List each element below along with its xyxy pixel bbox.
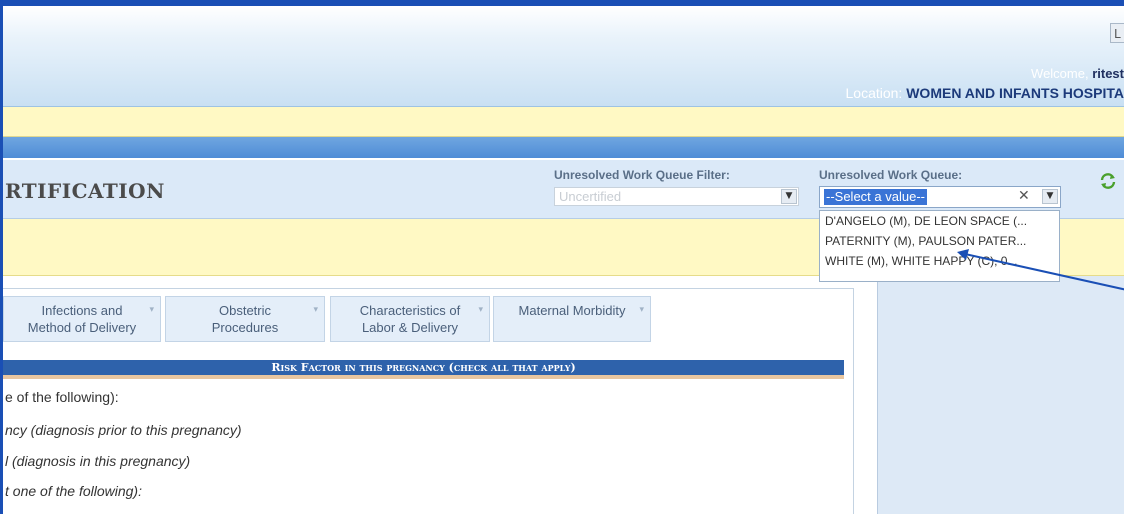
tab-label-line2: Procedures: [211, 320, 279, 335]
dropdown-option[interactable]: D'ANGELO (M), DE LEON SPACE (...: [820, 211, 1059, 231]
location-info: Location: WOMEN AND INFANTS HOSPITA: [846, 85, 1124, 101]
tab-maternal-morbidity[interactable]: Maternal Morbidity ▾: [493, 296, 651, 342]
refresh-icon[interactable]: [1099, 172, 1117, 190]
application-page: L Welcome, ritest Location: WOMEN AND IN…: [3, 6, 1124, 514]
page-title: RTIFICATION: [5, 179, 165, 203]
chevron-down-icon: ▾: [149, 304, 154, 314]
tab-label-line2: Labor & Delivery: [361, 320, 459, 335]
section-header: Risk Factor in this pregnancy (check all…: [3, 360, 844, 375]
welcome-message: Welcome, ritest: [1031, 66, 1124, 81]
welcome-prefix: Welcome,: [1031, 66, 1093, 81]
tab-obstetric-procedures[interactable]: Obstetric Procedures ▾: [165, 296, 325, 342]
form-text-line: l (diagnosis in this pregnancy): [5, 453, 191, 469]
work-queue-select[interactable]: --Select a value-- ✕ ▼: [819, 186, 1061, 208]
tab-label-line1: Characteristics of: [359, 303, 461, 318]
logout-button[interactable]: L: [1110, 23, 1124, 43]
tab-label-line1: Obstetric: [218, 303, 271, 318]
welcome-user: ritest: [1092, 66, 1124, 81]
tab-characteristics-labor-delivery[interactable]: Characteristics of Labor & Delivery ▾: [330, 296, 490, 342]
annotation-arrow: [957, 249, 1124, 291]
navigation-strip: [3, 137, 1124, 158]
tab-label-line1: Infections and: [41, 303, 123, 318]
form-text-line: ncy (diagnosis prior to this pregnancy): [5, 422, 242, 438]
chevron-down-icon: ▾: [313, 304, 318, 314]
location-label: Location:: [845, 85, 907, 101]
filter-label: Unresolved Work Queue Filter:: [554, 168, 730, 182]
tab-label-line1: Maternal Morbidity: [518, 303, 626, 318]
chevron-down-icon[interactable]: ▼: [781, 189, 797, 204]
tab-label-line2: Method of Delivery: [27, 320, 137, 335]
chevron-down-icon[interactable]: ▼: [1042, 189, 1058, 204]
chevron-down-icon: ▾: [639, 304, 644, 314]
notification-bar: [3, 107, 1124, 137]
top-banner: L Welcome, ritest Location: WOMEN AND IN…: [3, 6, 1124, 107]
form-text-line: e of the following):: [5, 389, 119, 405]
section-divider: [3, 375, 844, 379]
tab-infections-method-of-delivery[interactable]: Infections and Method of Delivery ▾: [3, 296, 161, 342]
location-value: WOMEN AND INFANTS HOSPITA: [906, 85, 1124, 101]
queue-selected-value: --Select a value--: [824, 189, 927, 205]
filter-value: Uncertified: [559, 189, 622, 204]
right-side-panel: [877, 276, 1124, 514]
queue-label: Unresolved Work Queue:: [819, 168, 963, 182]
work-queue-filter-select[interactable]: Uncertified ▼: [554, 187, 799, 206]
chevron-down-icon: ▾: [478, 304, 483, 314]
clear-icon[interactable]: ✕: [1018, 188, 1030, 204]
form-text-line: t one of the following):: [5, 483, 142, 499]
